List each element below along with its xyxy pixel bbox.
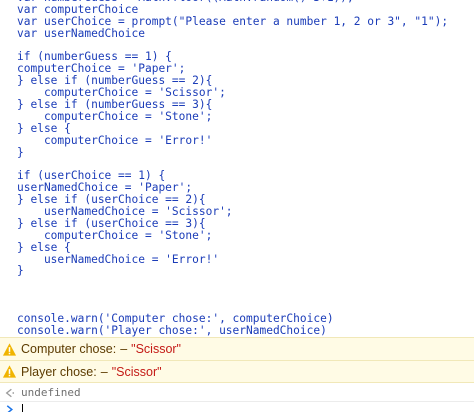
code-line: } else if (userChoice == 2){ — [17, 194, 206, 207]
code-line: computerChoice = 'Scissor'; — [17, 87, 226, 100]
warning-triangle-icon — [2, 365, 17, 378]
code-line: var userChoice = prompt("Please enter a … — [17, 15, 449, 28]
code-line: } — [17, 146, 24, 159]
console-panel: var numberGuess = Math.floor((Math.rando… — [0, 0, 474, 412]
code-line: computerChoice = 'Error!' — [17, 134, 213, 147]
result-arrow-icon — [5, 388, 15, 397]
code-line: } else if (numberGuess == 2){ — [17, 75, 213, 88]
console-input[interactable] — [0, 403, 474, 412]
result-value[interactable]: undefined — [21, 386, 81, 399]
code-line: computerChoice = 'Paper'; — [17, 63, 186, 76]
code-line: console.warn('Player chose:', userNamedC… — [17, 324, 327, 337]
code-line: } else { — [17, 122, 71, 135]
code-line: } else { — [17, 241, 71, 254]
text-cursor — [22, 403, 23, 412]
code-line: computerChoice = 'Stone'; — [17, 229, 213, 242]
result-message: undefined — [0, 384, 474, 402]
code-line: computerChoice = 'Stone'; — [17, 110, 213, 123]
warning-label: Computer chose: — [21, 342, 117, 356]
warning-separator: – — [100, 364, 108, 379]
code-line: userNamedChoice = 'Error!' — [17, 253, 220, 266]
code-line: userNamedChoice = 'Scissor'; — [17, 206, 233, 218]
code-line: if (userChoice == 1) { — [17, 170, 166, 183]
code-line: console.warn('Computer chose:', computer… — [17, 313, 334, 325]
code-line: if (numberGuess == 1) { — [17, 51, 172, 64]
warning-message: Computer chose: – "Scissor" — [0, 337, 474, 360]
warning-value[interactable]: "Scissor" — [131, 342, 181, 356]
warning-label: Player chose: — [21, 364, 97, 379]
warning-separator: – — [120, 342, 128, 356]
code-block: var numberGuess = Math.floor((Math.rando… — [0, 0, 474, 337]
warning-message: Player chose: – "Scissor" — [0, 360, 474, 383]
code-line: var computerChoice — [17, 3, 139, 16]
code-line: } — [17, 265, 24, 278]
warning-value[interactable]: "Scissor" — [112, 365, 162, 379]
code-line: userNamedChoice = 'Paper'; — [17, 182, 193, 195]
warning-triangle-icon — [2, 342, 17, 356]
prompt-chevron-icon — [6, 404, 14, 412]
code-line: } else if (userChoice == 3){ — [17, 217, 206, 230]
code-line: var userNamedChoice — [17, 27, 145, 40]
code-line: } else if (numberGuess == 3){ — [17, 99, 213, 111]
